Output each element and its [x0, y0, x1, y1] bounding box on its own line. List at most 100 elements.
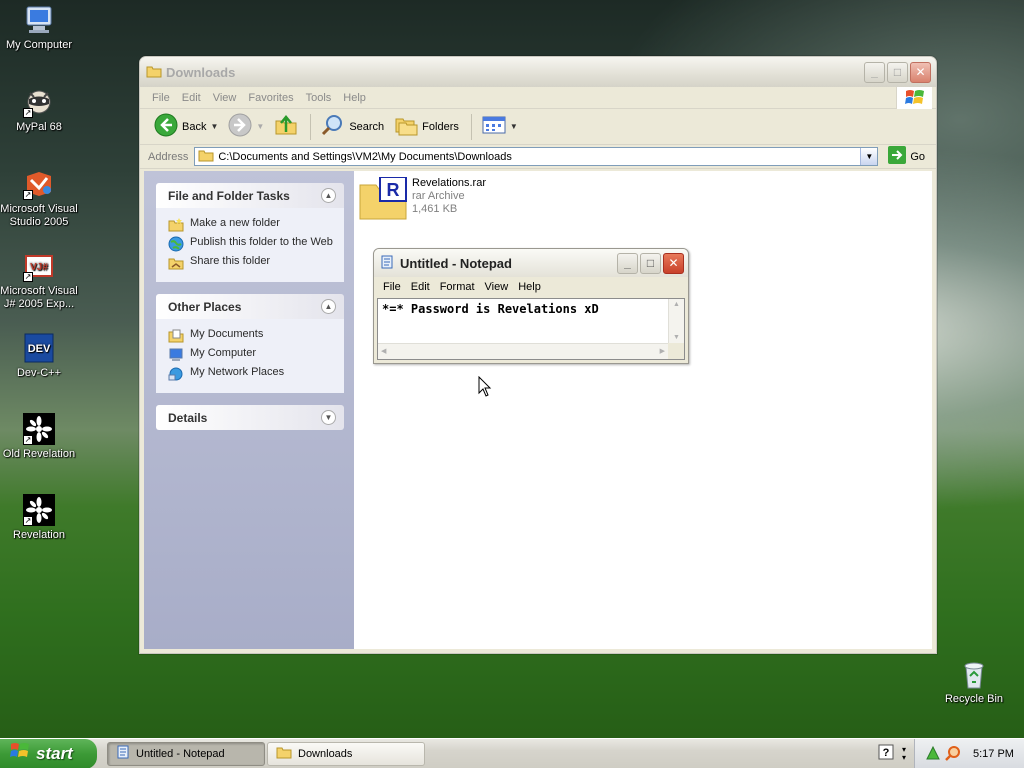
forward-button[interactable]: ▼ — [224, 112, 268, 142]
up-folder-button[interactable] — [270, 112, 302, 142]
menu-edit[interactable]: Edit — [406, 281, 435, 293]
chevron-down-icon[interactable]: ▼ — [210, 122, 218, 131]
panel-header[interactable]: Details ▼ — [156, 405, 344, 430]
network-icon — [168, 366, 184, 382]
file-item[interactable]: R Revelations.rar rar Archive 1,461 KB — [358, 176, 486, 221]
minimize-button[interactable]: _ — [864, 61, 885, 83]
desktop-icon-old-revelation[interactable]: ↗ Old Revelation — [0, 413, 79, 461]
svg-text:?: ? — [883, 747, 890, 759]
menu-help[interactable]: Help — [513, 281, 546, 293]
maximize-button[interactable]: □ — [640, 252, 661, 274]
panel-header[interactable]: Other Places ▲ — [156, 294, 344, 319]
shortcut-arrow-icon: ↗ — [23, 516, 33, 526]
folders-button[interactable]: Folders — [390, 112, 463, 142]
menu-format[interactable]: Format — [435, 281, 480, 293]
vertical-scrollbar[interactable]: ▲ ▼ — [668, 299, 684, 343]
menu-file[interactable]: File — [146, 92, 176, 104]
desktop-icon-mypal[interactable]: ↗ MyPal 68 — [0, 86, 79, 134]
recycle-bin-icon — [958, 658, 990, 690]
resize-grip-icon[interactable] — [668, 343, 684, 359]
desktop-icon-dev-cpp[interactable]: DEV Dev-C++ — [0, 332, 79, 380]
task-make-new-folder[interactable]: Make a new folder — [168, 217, 334, 233]
rar-archive-icon: R — [358, 176, 408, 221]
place-my-computer[interactable]: My Computer — [168, 347, 334, 363]
share-folder-icon — [168, 255, 184, 271]
maximize-button[interactable]: □ — [887, 61, 908, 83]
notepad-icon — [116, 745, 130, 762]
taskbar-item-downloads[interactable]: Downloads — [267, 741, 425, 766]
horizontal-scrollbar[interactable]: ◀ ▶ — [378, 343, 668, 359]
menu-favorites[interactable]: Favorites — [242, 92, 299, 104]
menu-view[interactable]: View — [207, 92, 243, 104]
start-button[interactable]: start — [0, 738, 97, 768]
new-folder-icon — [168, 217, 184, 233]
scroll-up-icon[interactable]: ▲ — [673, 301, 680, 308]
chevron-down-icon[interactable]: ▼ — [321, 410, 336, 425]
desktop-icon-visual-j[interactable]: VJ# ↗ Microsoft Visual J# 2005 Exp... — [0, 250, 79, 311]
folders-label: Folders — [422, 120, 459, 133]
windows-logo-icon — [896, 87, 932, 109]
folder-icon — [276, 745, 292, 762]
close-button[interactable]: ✕ — [910, 61, 931, 83]
search-label: Search — [349, 120, 385, 133]
notepad-text-area[interactable]: *=* Password is Revelations xD ▲ ▼ ◀ ▶ — [377, 298, 685, 360]
desktop-icon-label: Microsoft Visual J# 2005 Exp... — [0, 285, 78, 310]
notepad-titlebar[interactable]: Untitled - Notepad _ □ ✕ — [374, 249, 688, 277]
task-publish-web[interactable]: Publish this folder to the Web — [168, 236, 334, 252]
dev-cpp-icon: DEV — [23, 332, 55, 364]
scroll-right-icon[interactable]: ▶ — [660, 347, 665, 355]
taskbar-item-notepad[interactable]: Untitled - Notepad — [107, 741, 265, 766]
minimize-button[interactable]: _ — [617, 252, 638, 274]
scroll-down-icon[interactable]: ▼ — [673, 334, 680, 341]
place-label: My Computer — [190, 347, 257, 359]
place-my-network-places[interactable]: My Network Places — [168, 366, 334, 382]
menu-help[interactable]: Help — [337, 92, 372, 104]
desktop-icon-recycle-bin[interactable]: Recycle Bin — [934, 658, 1014, 706]
chevron-down-icon[interactable]: ▼ — [510, 122, 518, 131]
chevron-up-icon[interactable]: ▲ — [321, 299, 336, 314]
search-button[interactable]: Search — [317, 112, 388, 142]
explorer-toolbar: Back ▼ ▼ Search Folders ▼ — [140, 109, 936, 145]
menu-view[interactable]: View — [480, 281, 514, 293]
language-options-icon[interactable]: ▾ ▾ — [902, 745, 906, 762]
revelation-icon: ↗ — [23, 413, 55, 445]
search-tray-icon[interactable] — [945, 745, 961, 764]
panel-header[interactable]: File and Folder Tasks ▲ — [156, 183, 344, 208]
task-pane: File and Folder Tasks ▲ Make a new folde… — [144, 171, 354, 649]
up-folder-icon — [274, 113, 298, 140]
desktop-icon-revelation[interactable]: ↗ Revelation — [0, 494, 79, 542]
language-bar[interactable]: ? ▾ ▾ — [878, 744, 906, 763]
notepad-window[interactable]: Untitled - Notepad _ □ ✕ File Edit Forma… — [373, 248, 689, 364]
help-icon[interactable]: ? — [878, 744, 894, 763]
chevron-down-icon[interactable]: ▼ — [256, 122, 264, 131]
file-type: rar Archive — [412, 190, 465, 202]
go-button[interactable]: Go — [884, 146, 925, 167]
notepad-icon — [380, 255, 394, 272]
address-label: Address — [148, 150, 189, 163]
visual-studio-icon: ↗ — [23, 168, 55, 200]
place-my-documents[interactable]: My Documents — [168, 328, 334, 344]
back-button[interactable]: Back ▼ — [150, 112, 222, 142]
close-button[interactable]: ✕ — [663, 252, 684, 274]
network-tray-icon[interactable] — [925, 745, 941, 764]
file-list-area[interactable]: R Revelations.rar rar Archive 1,461 KB — [354, 171, 932, 649]
menu-file[interactable]: File — [378, 281, 406, 293]
chevron-up-icon[interactable]: ▲ — [321, 188, 336, 203]
toolbar-divider — [310, 113, 312, 140]
shortcut-arrow-icon: ↗ — [23, 108, 33, 118]
desktop-icon-label: Old Revelation — [2, 448, 76, 460]
views-button[interactable]: ▼ — [478, 112, 522, 142]
file-info: Revelations.rar rar Archive 1,461 KB — [412, 177, 486, 216]
address-dropdown-icon[interactable]: ▼ — [860, 148, 878, 165]
address-input[interactable]: C:\Documents and Settings\VM2\My Documen… — [194, 147, 879, 166]
explorer-titlebar[interactable]: Downloads _ □ ✕ — [140, 57, 936, 87]
menu-tools[interactable]: Tools — [300, 92, 338, 104]
task-share-folder[interactable]: Share this folder — [168, 255, 334, 271]
scroll-left-icon[interactable]: ◀ — [381, 347, 386, 355]
file-folder-tasks-panel: File and Folder Tasks ▲ Make a new folde… — [156, 183, 344, 282]
menu-edit[interactable]: Edit — [176, 92, 207, 104]
desktop-icon-my-computer[interactable]: My Computer — [0, 4, 79, 52]
desktop-icon-visual-studio[interactable]: ↗ Microsoft Visual Studio 2005 — [0, 168, 79, 229]
task-label: Publish this folder to the Web — [190, 236, 333, 248]
clock[interactable]: 5:17 PM — [973, 748, 1014, 760]
